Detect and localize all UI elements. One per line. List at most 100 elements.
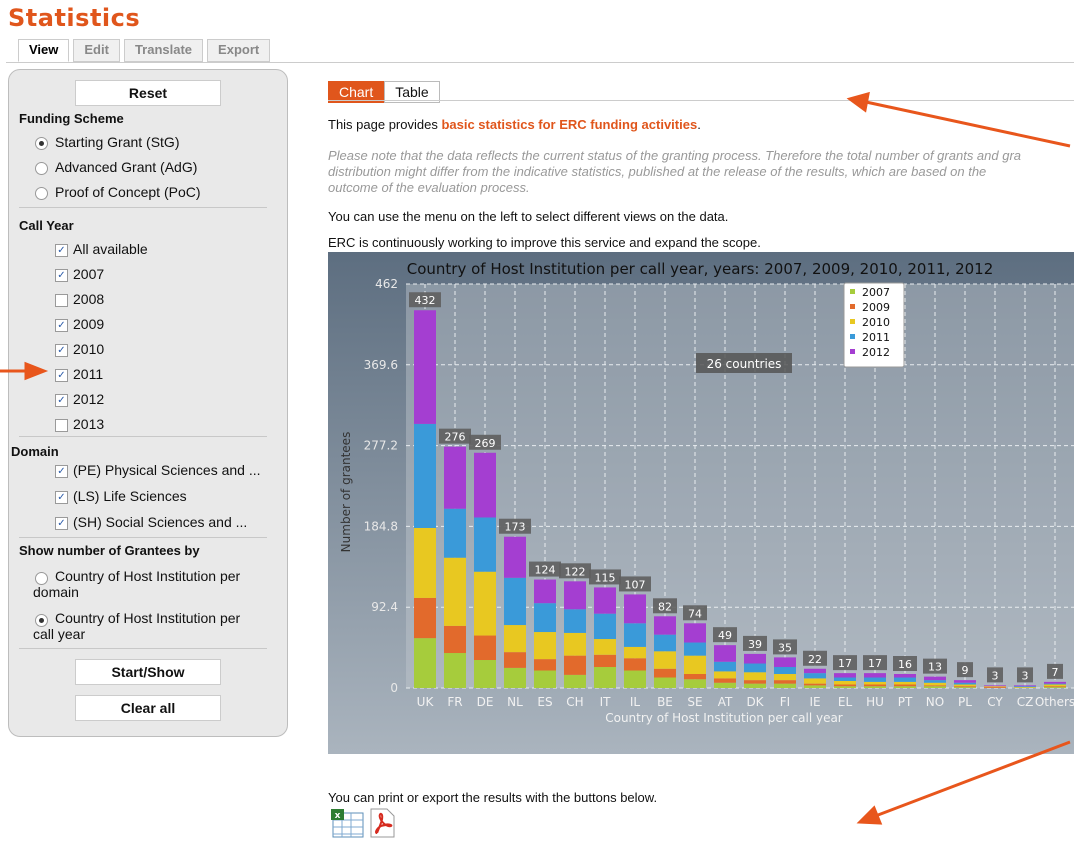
menu-hint: You can use the menu on the left to sele…: [328, 209, 729, 224]
note-line-3: outcome of the evaluation process.: [328, 180, 530, 195]
option-per-call-year-line2[interactable]: call year: [33, 626, 85, 642]
label-pe[interactable]: (PE) Physical Sciences and ...: [73, 462, 261, 478]
checkbox-2010[interactable]: ✓: [55, 344, 68, 357]
bar-segment-FR-2007: [444, 653, 466, 688]
radio-poc[interactable]: [35, 187, 48, 200]
bar-segment-DK-2007: [744, 683, 766, 688]
checkbox-2009[interactable]: ✓: [55, 319, 68, 332]
export-hint: You can print or export the results with…: [328, 790, 658, 805]
x-tick-label: ES: [537, 695, 552, 709]
filter-sidebar: Reset Funding Scheme Starting Grant (StG…: [8, 69, 288, 737]
label-ls[interactable]: (LS) Life Sciences: [73, 488, 187, 504]
bar-segment-UK-2012: [414, 310, 436, 424]
option-poc[interactable]: Proof of Concept (PoC): [55, 184, 201, 200]
legend-label-2010: 2010: [862, 316, 890, 329]
value-label: 107: [625, 578, 646, 591]
checkbox-2013[interactable]: [55, 419, 68, 432]
bar-segment-ES-2010: [534, 632, 556, 660]
x-tick-label: IT: [600, 695, 612, 709]
page-title: Statistics: [8, 4, 141, 32]
bar-segment-IE-2012: [804, 668, 826, 674]
checkbox-2011[interactable]: ✓: [55, 369, 68, 382]
x-axis-label: Country of Host Institution per call yea…: [605, 711, 843, 725]
value-label: 124: [535, 564, 556, 577]
divider: [19, 436, 267, 437]
legend-swatch-2009: [850, 304, 855, 309]
arrow-line: [865, 100, 1071, 148]
tab-view[interactable]: View: [18, 39, 70, 62]
label-2007[interactable]: 2007: [73, 266, 104, 282]
radio-adg[interactable]: [35, 162, 48, 175]
reset-button[interactable]: Reset: [75, 80, 221, 106]
label-sh[interactable]: (SH) Social Sciences and ...: [73, 514, 247, 530]
tab-translate[interactable]: Translate: [123, 39, 204, 62]
funding-scheme-heading: Funding Scheme: [19, 111, 124, 126]
legend-swatch-2010: [850, 319, 855, 324]
legend-label-2009: 2009: [862, 301, 890, 314]
excel-icon[interactable]: x: [330, 808, 364, 838]
label-2011[interactable]: 2011: [73, 366, 103, 382]
bar-segment-Others-2011: [1044, 683, 1066, 685]
label-2009[interactable]: 2009: [73, 316, 104, 332]
checkbox-pe[interactable]: ✓: [55, 465, 68, 478]
option-per-call-year-line1[interactable]: Country of Host Institution per: [55, 610, 240, 626]
bar-segment-UK-2010: [414, 527, 436, 598]
radio-stg[interactable]: [35, 137, 48, 150]
checkbox-all-available[interactable]: ✓: [55, 244, 68, 257]
checkbox-2012[interactable]: ✓: [55, 394, 68, 407]
arrow-head: [846, 91, 870, 113]
tab-export[interactable]: Export: [207, 39, 271, 62]
y-tick-label: 462: [375, 277, 398, 291]
value-label: 49: [718, 629, 732, 642]
bar-segment-DK-2009: [744, 680, 766, 684]
bar-segment-IL-2011: [624, 623, 646, 647]
bar-segment-PT-2010: [894, 681, 916, 685]
value-label: 39: [748, 638, 762, 651]
bar-segment-HU-2011: [864, 677, 886, 682]
bar-segment-CZ-2011: [1014, 686, 1036, 688]
bar-segment-UK-2011: [414, 423, 436, 528]
legend-swatch-2011: [850, 334, 855, 339]
bar-segment-NO-2007: [924, 686, 946, 688]
checkbox-2007[interactable]: ✓: [55, 269, 68, 282]
checkbox-2008[interactable]: [55, 294, 68, 307]
label-2013[interactable]: 2013: [73, 416, 104, 432]
x-tick-label: PT: [898, 695, 913, 709]
option-stg[interactable]: Starting Grant (StG): [55, 134, 179, 150]
stats-link[interactable]: basic statistics for ERC funding activit…: [441, 117, 697, 132]
checkbox-ls[interactable]: ✓: [55, 491, 68, 504]
x-tick-label: NL: [507, 695, 523, 709]
bar-segment-PL-2009: [954, 686, 976, 688]
bar-segment-PL-2011: [954, 682, 976, 685]
bar-segment-ES-2011: [534, 603, 556, 633]
tab-edit[interactable]: Edit: [73, 39, 120, 62]
bar-segment-HU-2009: [864, 684, 886, 687]
divider: [19, 537, 267, 538]
checkbox-sh[interactable]: ✓: [55, 517, 68, 530]
option-adg[interactable]: Advanced Grant (AdG): [55, 159, 197, 175]
note-line-2: distribution might differ from the indic…: [328, 164, 987, 179]
value-label: 17: [868, 657, 882, 670]
value-label: 269: [475, 437, 496, 450]
label-2012[interactable]: 2012: [73, 391, 104, 407]
label-2008[interactable]: 2008: [73, 291, 104, 307]
value-label: 22: [808, 653, 822, 666]
x-tick-label: SE: [687, 695, 702, 709]
clear-all-button[interactable]: Clear all: [75, 695, 221, 721]
bar-segment-Others-2010: [1044, 684, 1066, 687]
bar-segment-HU-2007: [864, 686, 886, 688]
label-2010[interactable]: 2010: [73, 341, 104, 357]
label-all-available[interactable]: All available: [73, 241, 148, 257]
pdf-icon[interactable]: [368, 808, 396, 838]
legend-label-2011: 2011: [862, 331, 890, 344]
bar-segment-IL-2007: [624, 670, 646, 688]
value-label: 82: [658, 600, 672, 613]
bar-segment-NL-2009: [504, 652, 526, 668]
start-show-button[interactable]: Start/Show: [75, 659, 221, 685]
legend-label-2012: 2012: [862, 346, 890, 359]
option-per-domain-line2[interactable]: domain: [33, 584, 79, 600]
intro-prefix: This page provides: [328, 117, 442, 132]
bar-segment-IE-2007: [804, 685, 826, 688]
bar-segment-IT-2010: [594, 639, 616, 655]
option-per-domain-line1[interactable]: Country of Host Institution per: [55, 568, 240, 584]
